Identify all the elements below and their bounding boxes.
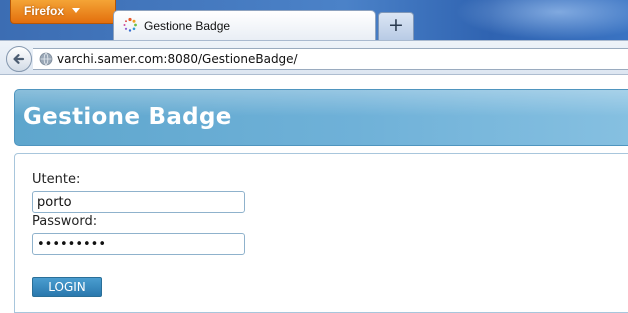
user-label: Utente: [32, 172, 81, 187]
navigation-bar: varchi.samer.com:8080/GestioneBadge/ [0, 40, 628, 75]
back-button[interactable] [6, 46, 32, 72]
tab-title: Gestione Badge [144, 19, 231, 33]
loading-spinner-icon [123, 17, 137, 32]
address-bar[interactable]: varchi.samer.com:8080/GestioneBadge/ [33, 48, 628, 70]
titlebar-glow [455, 0, 628, 40]
plus-icon: + [388, 14, 404, 36]
dropdown-caret-icon [72, 8, 81, 13]
firefox-menu-label: Firefox [24, 4, 65, 18]
browser-tab[interactable]: Gestione Badge [113, 10, 376, 40]
back-arrow-icon [13, 54, 25, 64]
new-tab-button[interactable]: + [378, 12, 414, 40]
page-header: Gestione Badge [14, 89, 628, 146]
globe-icon [39, 52, 53, 66]
page-title: Gestione Badge [23, 104, 232, 130]
user-input[interactable] [32, 191, 245, 213]
firefox-menu-button[interactable]: Firefox [10, 0, 116, 24]
url-text: varchi.samer.com:8080/GestioneBadge/ [57, 52, 298, 66]
password-input[interactable] [32, 233, 245, 255]
password-label: Password: [32, 214, 98, 229]
login-button[interactable]: LOGIN [32, 277, 102, 297]
